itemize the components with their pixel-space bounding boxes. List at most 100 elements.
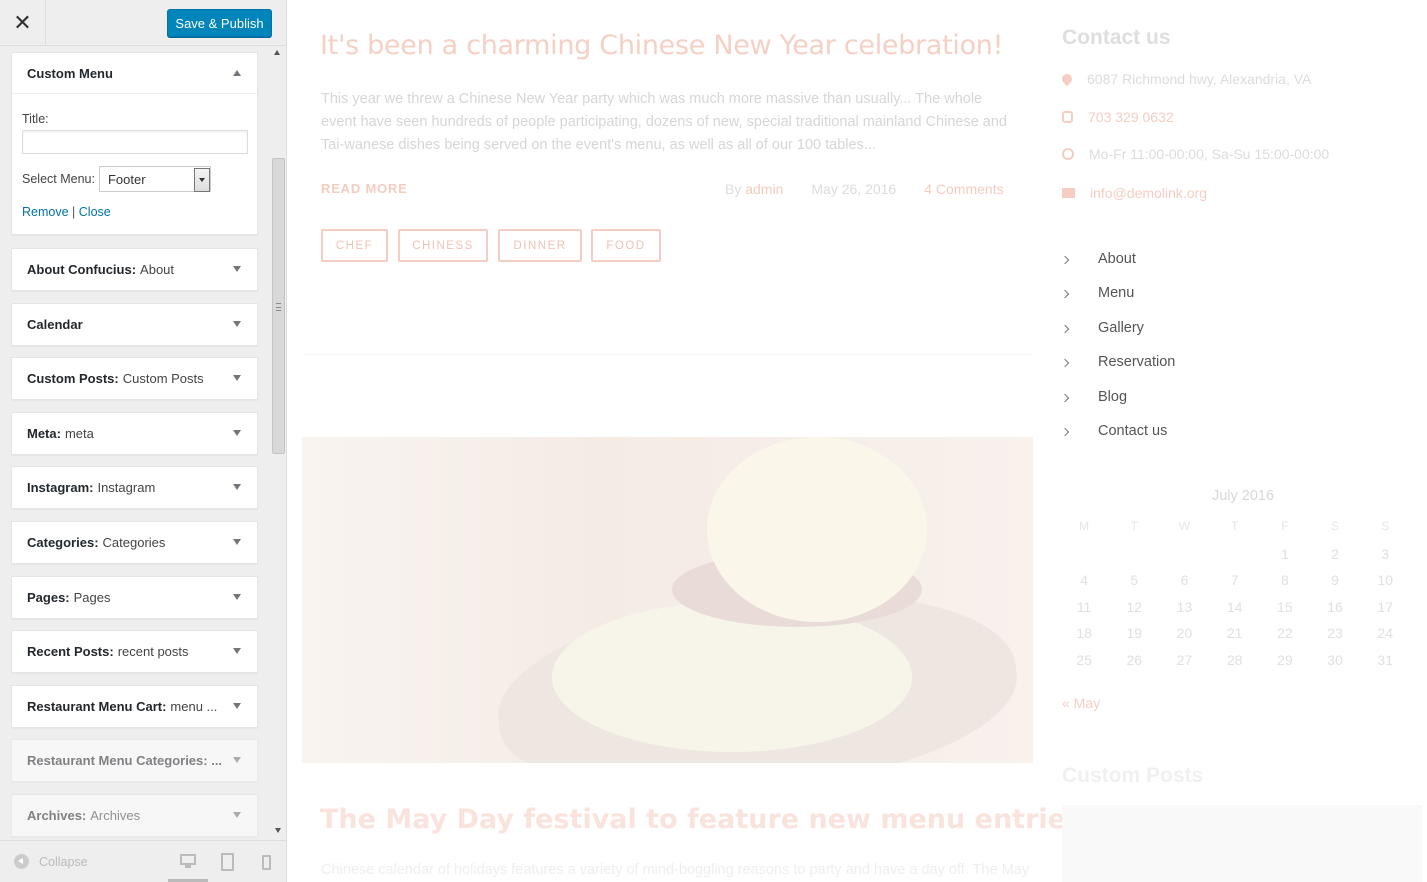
post-featured-image[interactable] <box>302 437 1033 763</box>
calendar-prev-link[interactable]: « May <box>1062 695 1100 711</box>
customizer-footer: Collapse <box>0 840 286 882</box>
post-title[interactable]: It's been a charming Chinese New Year ce… <box>320 30 1003 61</box>
widget-restaurant-menu-categories[interactable]: Restaurant Menu Categories: ... <box>11 739 258 782</box>
weekday: W <box>1178 519 1191 533</box>
nav-label: Reservation <box>1098 354 1176 370</box>
scroll-up-icon[interactable] <box>274 50 280 55</box>
expand-arrow-icon[interactable] <box>233 594 241 600</box>
widget-header[interactable]: Custom Posts: Custom Posts <box>12 358 257 399</box>
calendar-day <box>1210 546 1260 573</box>
remove-link[interactable]: Remove <box>22 205 69 219</box>
expand-arrow-icon[interactable] <box>233 375 241 381</box>
title-input[interactable] <box>22 130 248 154</box>
widget-custom-posts[interactable]: Custom Posts: Custom Posts <box>11 357 258 400</box>
widget-header[interactable]: Categories: Categories <box>12 522 257 563</box>
widget-header[interactable]: Pages: Pages <box>12 577 257 618</box>
widget-header[interactable]: Instagram: Instagram <box>12 467 257 508</box>
collapse-button[interactable]: Collapse <box>14 854 88 869</box>
sidebar-scrollbar[interactable] <box>270 46 286 836</box>
widget-header[interactable]: Calendar <box>12 304 257 345</box>
widget-header[interactable]: Restaurant Menu Cart: menu ... <box>12 686 257 727</box>
widget-categories[interactable]: Categories: Categories <box>11 521 258 564</box>
tag-dinner[interactable]: DINNER <box>498 229 582 262</box>
read-more-link[interactable]: READ MORE <box>321 181 408 196</box>
expand-arrow-icon[interactable] <box>233 321 241 327</box>
close-customizer-button[interactable]: ✕ <box>0 0 46 46</box>
tablet-icon[interactable] <box>221 853 234 871</box>
widget-header[interactable]: Restaurant Menu Categories: ... <box>12 740 257 781</box>
footer-nav-gallery[interactable]: Gallery <box>1060 320 1144 336</box>
mobile-icon[interactable] <box>262 855 271 870</box>
widget-recent-posts[interactable]: Recent Posts: recent posts <box>11 630 258 673</box>
tag-chef[interactable]: CHEF <box>321 229 388 262</box>
close-icon: ✕ <box>13 10 32 35</box>
tag-chiness[interactable]: CHINESS <box>398 229 488 262</box>
widget-header[interactable]: Recent Posts: recent posts <box>12 631 257 672</box>
expand-arrow-icon[interactable] <box>233 757 241 763</box>
collapse-arrow-icon[interactable] <box>233 70 241 76</box>
calendar-day: 29 <box>1277 651 1293 668</box>
widget-meta[interactable]: Meta: meta <box>11 412 258 455</box>
comments-link[interactable]: 4 Comments <box>924 181 1003 197</box>
footer-nav-blog[interactable]: Blog <box>1060 389 1127 405</box>
calendar-week: 25 26 27 28 29 30 31 <box>1059 652 1419 679</box>
close-link[interactable]: Close <box>79 205 111 219</box>
calendar-day: 27 <box>1176 651 1193 668</box>
contact-hours: Mo-Fr 11:00-00:00, Sa-Su 15:00-00:00 <box>1062 146 1329 162</box>
widget-header[interactable]: Meta: meta <box>12 413 257 454</box>
email-link[interactable]: info@demolink.org <box>1090 185 1207 201</box>
widget-subtitle: About <box>140 262 175 277</box>
author-link[interactable]: admin <box>745 181 783 197</box>
nav-label: Gallery <box>1098 320 1144 336</box>
phone-link[interactable]: 703 329 0632 <box>1088 109 1174 125</box>
widget-about-confucius[interactable]: About Confucius: About <box>11 248 258 291</box>
widget-archives[interactable]: Archives: Archives <box>11 794 258 837</box>
widget-subtitle: Custom Posts <box>122 371 204 386</box>
widget-restaurant-menu-cart[interactable]: Restaurant Menu Cart: menu ... <box>11 685 258 728</box>
contact-address: 6087 Richmond hwy, Alexandria, VA <box>1059 71 1311 87</box>
widget-header[interactable]: Archives: Archives <box>12 795 257 836</box>
footer-nav-contact[interactable]: Contact us <box>1060 423 1168 439</box>
customizer-header: ✕ Save & Publish <box>0 0 286 46</box>
separator: | <box>72 205 76 219</box>
widget-header[interactable]: Custom Menu <box>12 53 257 94</box>
calendar-day: 18 <box>1076 625 1092 641</box>
footer-nav-about[interactable]: About <box>1060 251 1136 267</box>
calendar-day: 24 <box>1377 625 1393 641</box>
calendar-day: 2 <box>1331 545 1339 562</box>
widget-subtitle: Pages <box>73 590 111 605</box>
calendar-day: 14 <box>1226 598 1243 615</box>
widget-header[interactable]: About Confucius: About <box>12 249 257 290</box>
expand-arrow-icon[interactable] <box>233 484 241 490</box>
nav-label: Contact us <box>1098 423 1168 439</box>
scroll-down-icon[interactable] <box>275 828 281 833</box>
calendar-day <box>1159 546 1209 573</box>
widget-title: Pages: <box>27 590 70 605</box>
widget-title: About Confucius: <box>27 262 137 277</box>
widget-title: Recent Posts: <box>27 644 114 659</box>
post-author: By admin <box>725 181 783 197</box>
tag-food[interactable]: FOOD <box>591 229 661 262</box>
widget-pages[interactable]: Pages: Pages <box>11 576 258 619</box>
expand-arrow-icon[interactable] <box>233 812 241 818</box>
expand-arrow-icon[interactable] <box>233 648 241 654</box>
select-menu-dropdown[interactable]: Footer <box>98 166 211 192</box>
scrollbar-thumb[interactable] <box>272 158 285 454</box>
expand-arrow-icon[interactable] <box>233 703 241 709</box>
collapse-icon <box>14 854 29 869</box>
widget-calendar[interactable]: Calendar <box>11 303 258 346</box>
expand-arrow-icon[interactable] <box>233 430 241 436</box>
widget-custom-menu: Custom Menu Title: Select Menu: Footer R… <box>11 52 258 235</box>
widget-form: Title: Select Menu: Footer Remove | Clos… <box>12 94 257 219</box>
footer-nav-reservation[interactable]: Reservation <box>1060 354 1176 370</box>
expand-arrow-icon[interactable] <box>233 266 241 272</box>
post-title[interactable]: The May Day festival to feature new menu… <box>320 804 1094 835</box>
custom-post-image[interactable] <box>1062 805 1422 882</box>
widget-instagram[interactable]: Instagram: Instagram <box>11 466 258 509</box>
divider <box>302 354 1032 355</box>
save-publish-button[interactable]: Save & Publish <box>167 9 272 37</box>
dropdown-arrow-icon[interactable] <box>193 168 210 192</box>
desktop-preview-button[interactable] <box>180 853 196 871</box>
expand-arrow-icon[interactable] <box>233 539 241 545</box>
footer-nav-menu[interactable]: Menu <box>1060 285 1134 301</box>
